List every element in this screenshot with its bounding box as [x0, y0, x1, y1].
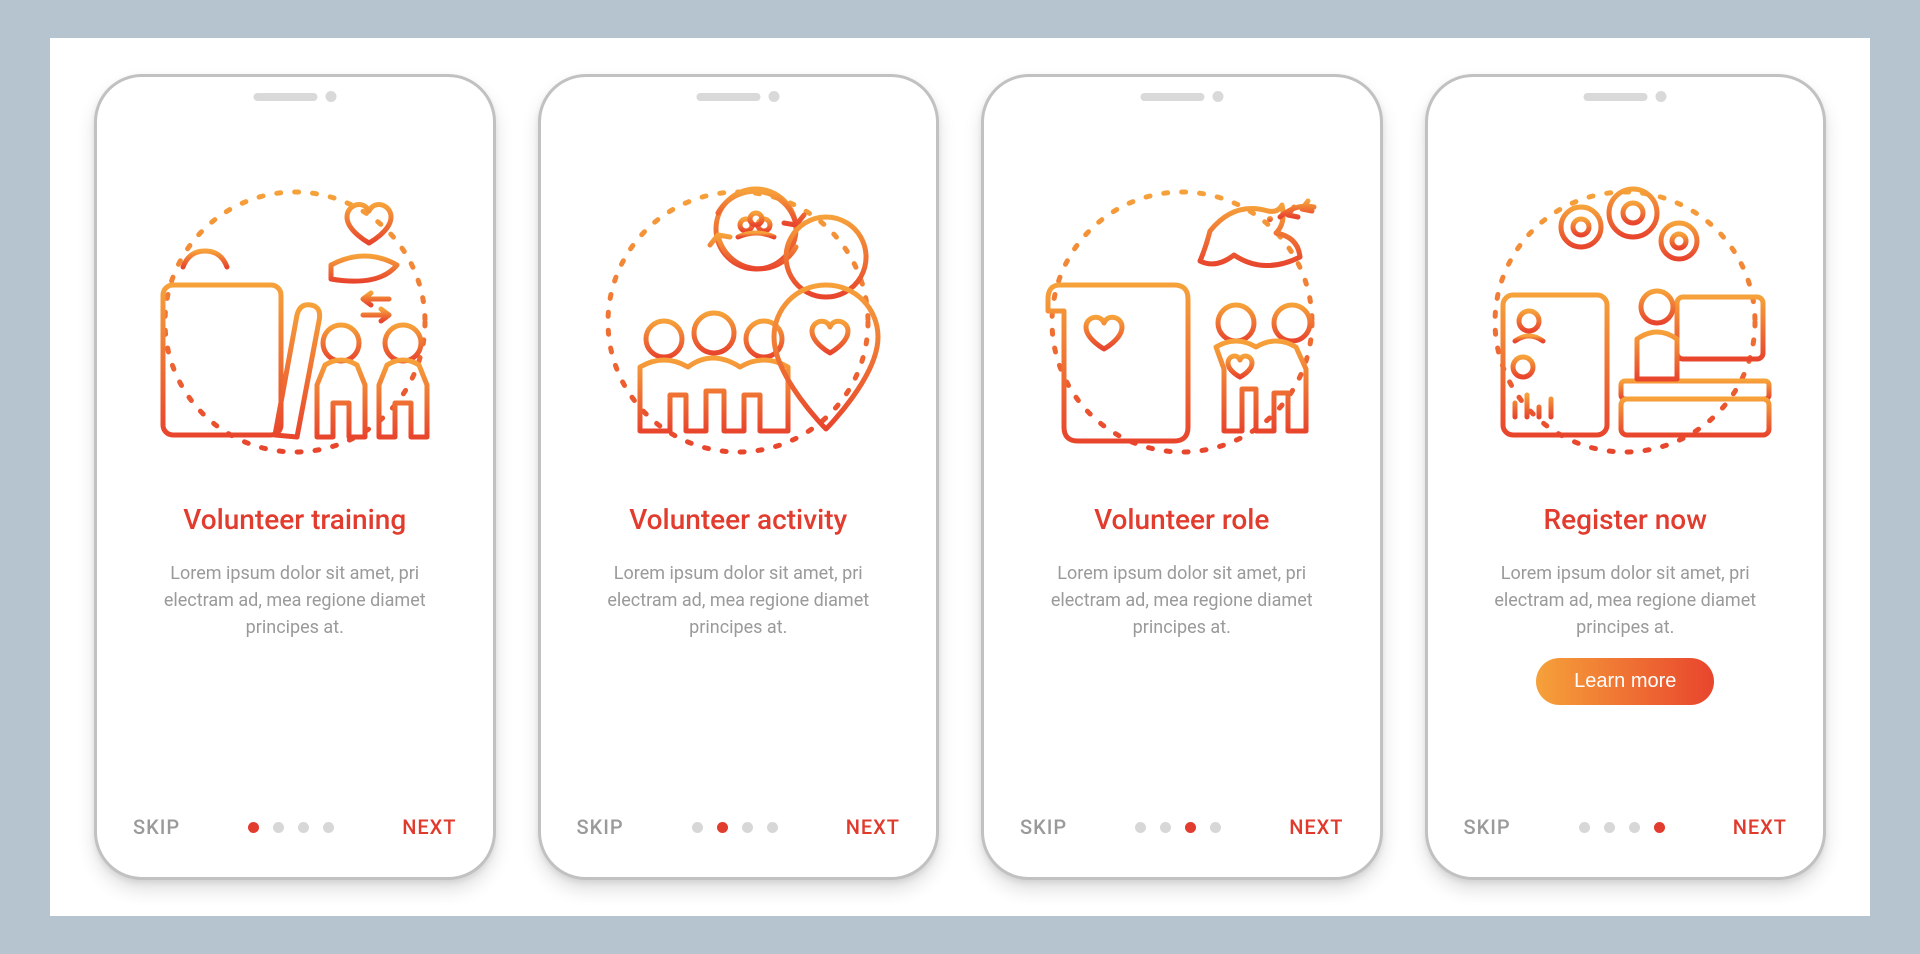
- skip-button[interactable]: SKIP: [1020, 815, 1067, 839]
- page-dot-4[interactable]: [1210, 822, 1221, 833]
- phone-notch: [697, 91, 780, 102]
- page-dot-3[interactable]: [298, 822, 309, 833]
- next-button[interactable]: NEXT: [1733, 815, 1787, 839]
- onboarding-footer: SKIP NEXT: [1452, 801, 1800, 855]
- phone-frame-3: Volunteer role Lorem ipsum dolor sit ame…: [981, 74, 1383, 880]
- next-button[interactable]: NEXT: [402, 815, 456, 839]
- onboarding-footer: SKIP NEXT: [1008, 801, 1356, 855]
- learn-more-button[interactable]: Learn more: [1536, 658, 1714, 705]
- phone-notch: [1140, 91, 1223, 102]
- phone-notch: [253, 91, 336, 102]
- page-dot-2[interactable]: [1160, 822, 1171, 833]
- page-dot-3[interactable]: [1629, 822, 1640, 833]
- screen-body: Lorem ipsum dolor sit amet, pri electram…: [1470, 560, 1782, 650]
- skip-button[interactable]: SKIP: [1464, 815, 1511, 839]
- phone-frame-4: Register now Lorem ipsum dolor sit amet,…: [1425, 74, 1827, 880]
- pagination-dots: [692, 822, 778, 833]
- screen-title: Register now: [1452, 503, 1800, 536]
- volunteer-activity-icon: [565, 157, 913, 477]
- phone-notch: [1584, 91, 1667, 102]
- screen-title: Volunteer training: [121, 503, 469, 536]
- onboarding-footer: SKIP NEXT: [565, 801, 913, 855]
- page-dot-4[interactable]: [767, 822, 778, 833]
- page-dot-3[interactable]: [1185, 822, 1196, 833]
- screen-body: Lorem ipsum dolor sit amet, pri electram…: [139, 560, 451, 650]
- onboarding-mockup-row: Volunteer training Lorem ipsum dolor sit…: [50, 38, 1870, 916]
- screen-body: Lorem ipsum dolor sit amet, pri electram…: [583, 560, 895, 650]
- page-dot-1[interactable]: [248, 822, 259, 833]
- page-dot-4[interactable]: [1654, 822, 1665, 833]
- page-dot-1[interactable]: [692, 822, 703, 833]
- volunteer-training-icon: [121, 157, 469, 477]
- next-button[interactable]: NEXT: [846, 815, 900, 839]
- page-dot-2[interactable]: [1604, 822, 1615, 833]
- next-button[interactable]: NEXT: [1289, 815, 1343, 839]
- pagination-dots: [1135, 822, 1221, 833]
- phone-frame-2: Volunteer activity Lorem ipsum dolor sit…: [538, 74, 940, 880]
- skip-button[interactable]: SKIP: [577, 815, 624, 839]
- screen-body: Lorem ipsum dolor sit amet, pri electram…: [1026, 560, 1338, 650]
- page-dot-2[interactable]: [273, 822, 284, 833]
- page-dot-2[interactable]: [717, 822, 728, 833]
- skip-button[interactable]: SKIP: [133, 815, 180, 839]
- page-dot-1[interactable]: [1579, 822, 1590, 833]
- page-dot-3[interactable]: [742, 822, 753, 833]
- screen-title: Volunteer activity: [565, 503, 913, 536]
- volunteer-role-icon: [1008, 157, 1356, 477]
- page-dot-1[interactable]: [1135, 822, 1146, 833]
- pagination-dots: [1579, 822, 1665, 833]
- screen-title: Volunteer role: [1008, 503, 1356, 536]
- page-dot-4[interactable]: [323, 822, 334, 833]
- onboarding-footer: SKIP NEXT: [121, 801, 469, 855]
- pagination-dots: [248, 822, 334, 833]
- register-now-icon: [1452, 157, 1800, 477]
- phone-frame-1: Volunteer training Lorem ipsum dolor sit…: [94, 74, 496, 880]
